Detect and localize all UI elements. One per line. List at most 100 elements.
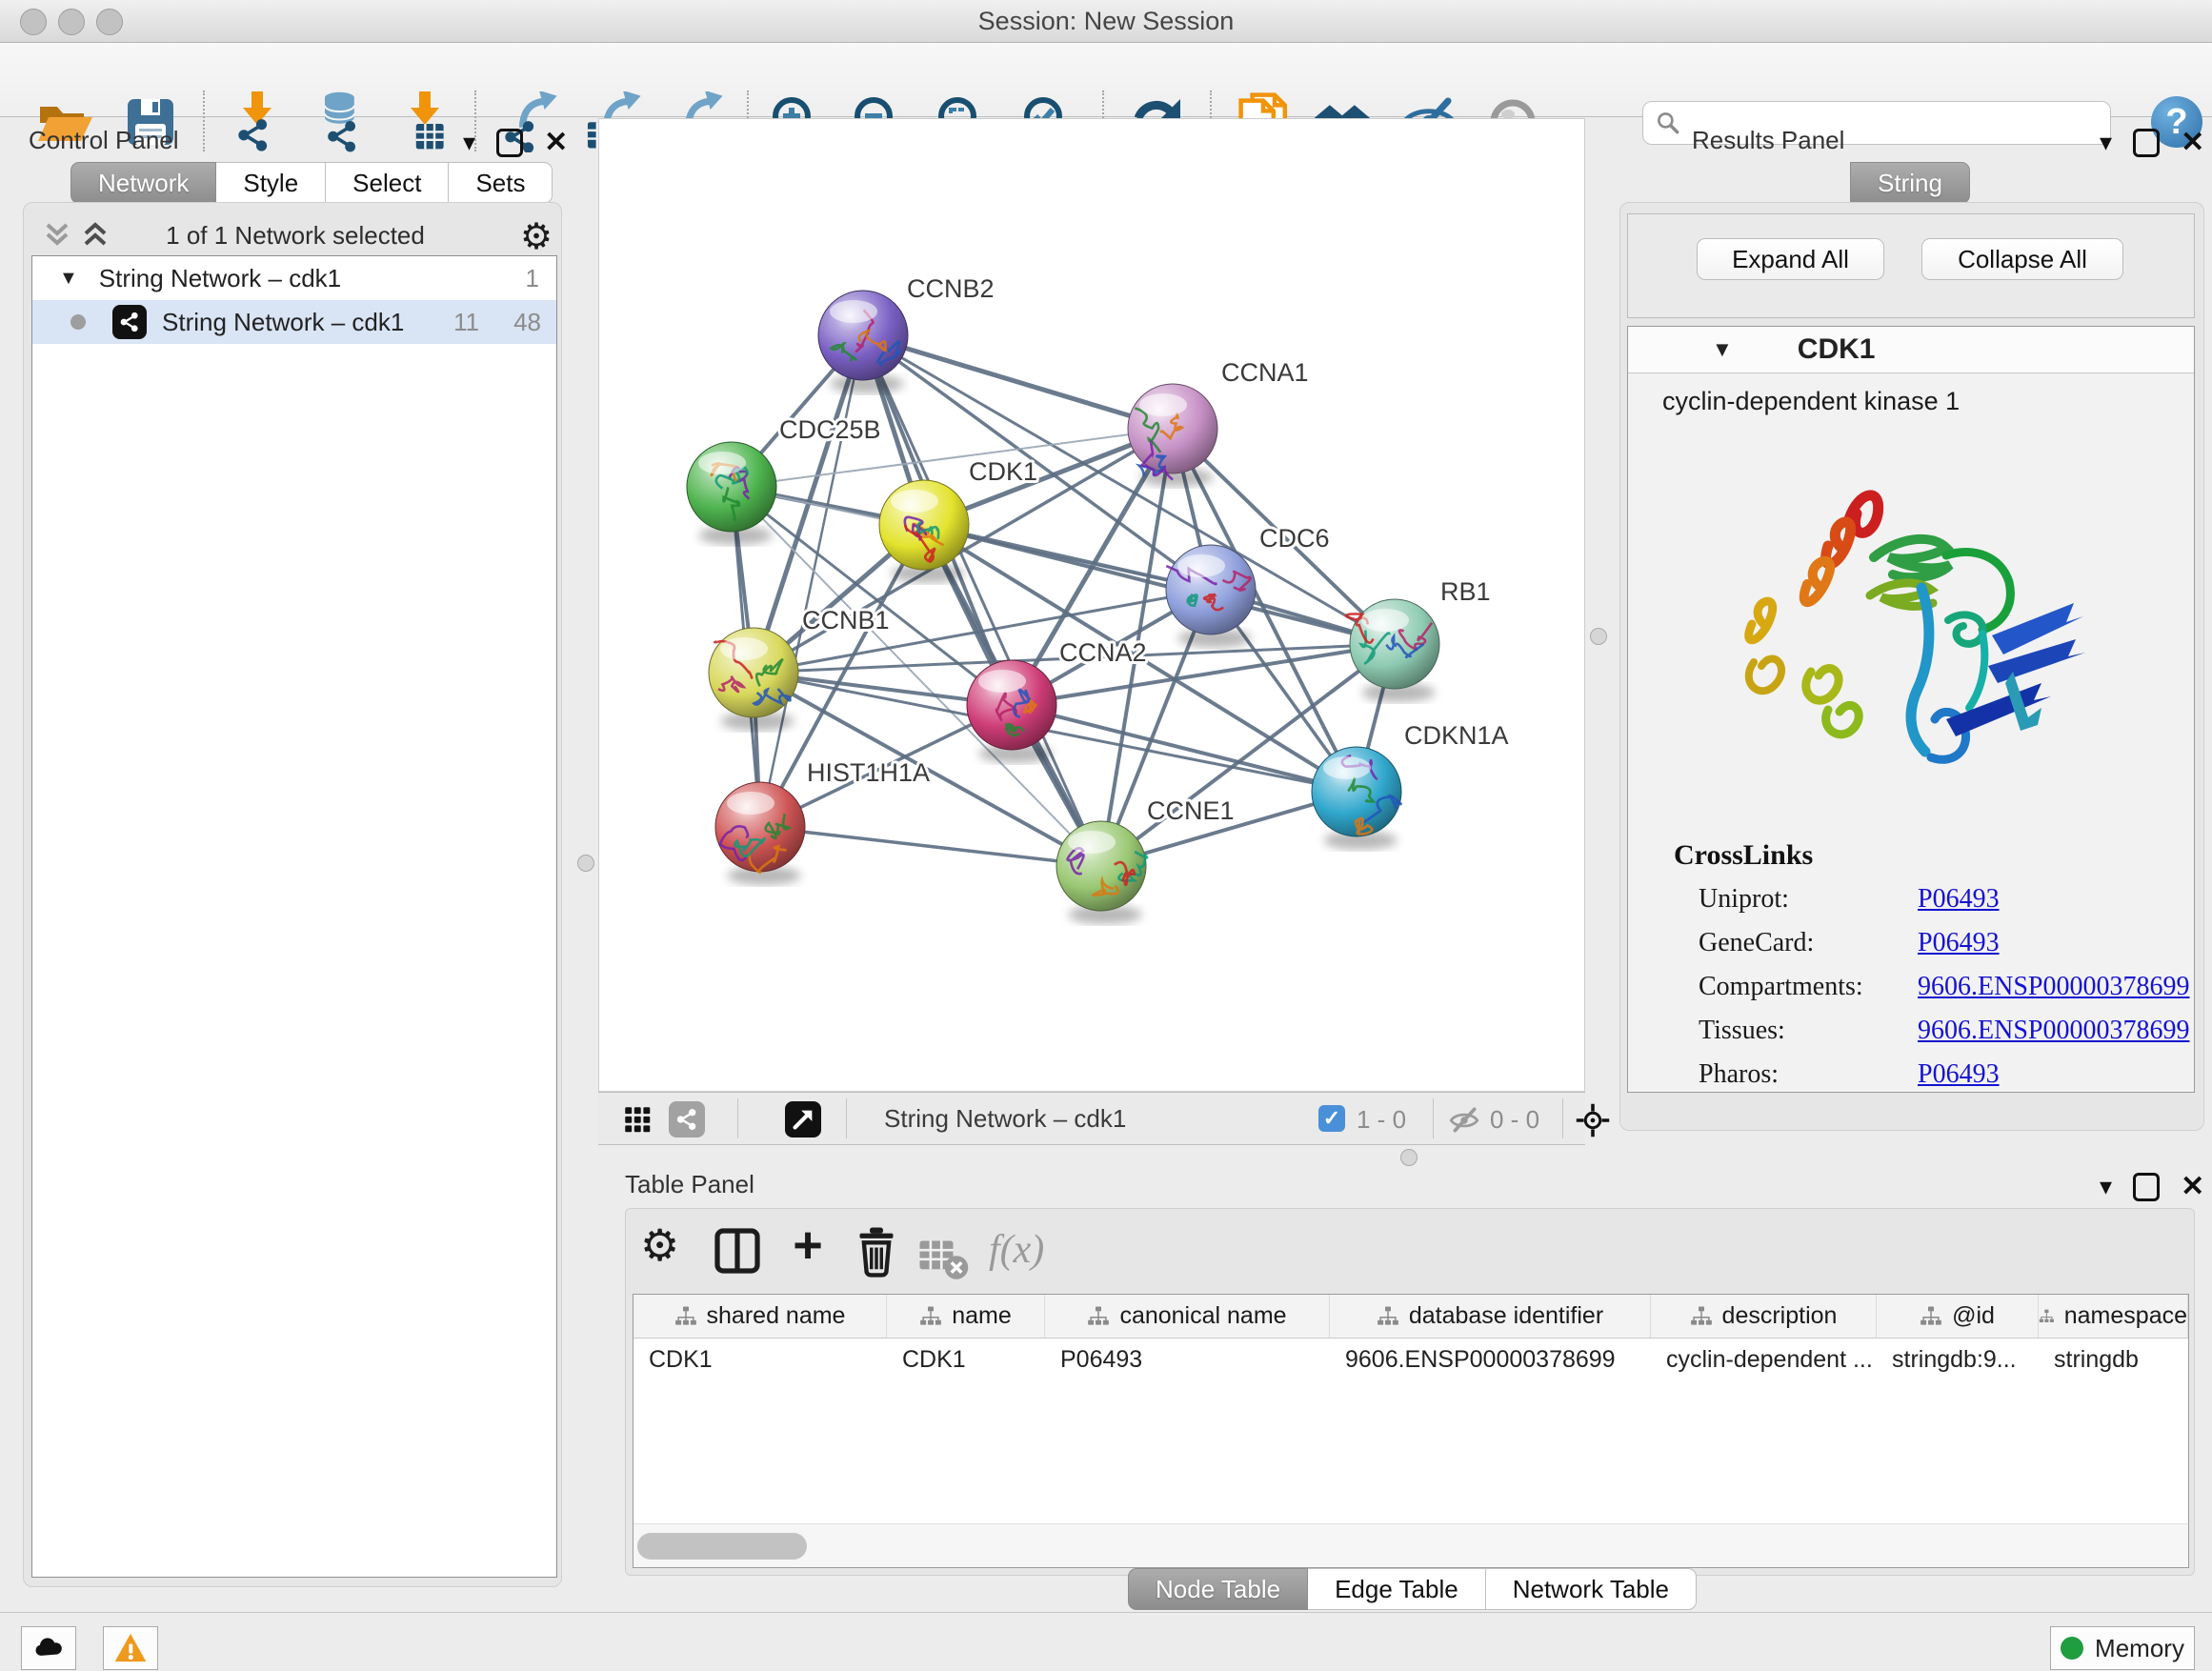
expand-all-networks-icon[interactable] xyxy=(80,219,111,250)
table-row[interactable]: CDK1CDK1P064939606.ENSP00000378699cyclin… xyxy=(633,1339,2188,1380)
table-cell[interactable]: CDK1 xyxy=(887,1339,1045,1380)
add-column-icon[interactable]: + xyxy=(781,1216,835,1269)
panel-float-icon[interactable] xyxy=(2133,1173,2160,1201)
table-cell[interactable]: cyclin-dependent ... xyxy=(1651,1339,1877,1380)
network-node-ccnb2[interactable] xyxy=(818,291,908,380)
network-tree: ▼ String Network – cdk1 1 String Network… xyxy=(31,255,557,1578)
tab-network-table[interactable]: Network Table xyxy=(1486,1568,1697,1610)
tab-node-table[interactable]: Node Table xyxy=(1128,1568,1308,1610)
tab-sets[interactable]: Sets xyxy=(449,162,553,204)
selected-checkbox-icon[interactable]: ✓ xyxy=(1318,1105,1345,1132)
tab-style[interactable]: Style xyxy=(216,162,326,204)
control-panel-buttons: ▾ ✕ xyxy=(463,126,568,159)
import-network-button[interactable] xyxy=(227,91,288,152)
node-label: CCNB1 xyxy=(802,606,890,634)
sitemap-icon xyxy=(1920,1305,1942,1328)
network-node-hist1h1a[interactable] xyxy=(715,782,805,873)
network-node-count: 11 xyxy=(453,308,479,337)
column-header-database-identifier[interactable]: database identifier xyxy=(1330,1295,1651,1338)
right-splitter-handle[interactable] xyxy=(1590,628,1607,645)
network-share-icon[interactable] xyxy=(669,1101,705,1137)
table-cell[interactable]: CDK1 xyxy=(633,1339,887,1380)
gene-header-row[interactable]: ▼ CDK1 xyxy=(1628,327,2194,373)
delete-column-trash-icon[interactable] xyxy=(850,1224,903,1278)
panel-close-icon[interactable]: ✕ xyxy=(2181,126,2204,159)
tab-string[interactable]: String xyxy=(1850,162,1970,204)
crosslink-row: GeneCard:P06493 xyxy=(1699,921,2194,965)
column-label: description xyxy=(1722,1302,1838,1330)
table-cell[interactable]: stringdb:9... xyxy=(1877,1339,2039,1380)
tree-expander-icon[interactable]: ▼ xyxy=(59,268,78,290)
crosslink-link[interactable]: P06493 xyxy=(1918,884,2000,915)
column-label: canonical name xyxy=(1119,1302,1286,1330)
sitemap-icon xyxy=(1087,1305,1110,1328)
column-header-namespace[interactable]: namespace xyxy=(2039,1295,2188,1338)
network-node-ccna1[interactable] xyxy=(1128,384,1217,480)
crosslink-link[interactable]: P06493 xyxy=(1918,1059,2000,1090)
panel-collapse-icon[interactable]: ▾ xyxy=(2100,1172,2112,1201)
scrollbar-thumb[interactable] xyxy=(637,1533,807,1560)
network-node-cdc25b[interactable] xyxy=(687,442,776,532)
network-node-cdkn1a[interactable] xyxy=(1312,747,1401,836)
status-bar: Memory xyxy=(0,1612,2212,1671)
memory-button[interactable]: Memory xyxy=(2050,1626,2195,1670)
import-database-button[interactable] xyxy=(311,91,372,152)
horizontal-splitter-handle[interactable] xyxy=(1400,1149,1418,1166)
node-gloss xyxy=(1068,831,1116,854)
node-label: CCNA1 xyxy=(1221,358,1309,387)
table-cell[interactable]: 9606.ENSP00000378699 xyxy=(1330,1339,1651,1380)
birdseye-grid-icon[interactable] xyxy=(619,1101,655,1137)
control-panel-title: Control Panel xyxy=(29,126,179,155)
expand-all-button[interactable]: Expand All xyxy=(1697,238,1884,280)
crosslink-link[interactable]: P06493 xyxy=(1918,928,2000,958)
network-options-gear-icon[interactable]: ⚙ xyxy=(520,215,553,258)
crosslink-link[interactable]: 9606.ENSP00000378699 xyxy=(1918,1016,2189,1046)
cloud-status-button[interactable] xyxy=(21,1626,76,1670)
tab-select[interactable]: Select xyxy=(326,162,449,204)
panel-close-icon[interactable]: ✕ xyxy=(544,126,568,159)
column-header--id[interactable]: @id xyxy=(1877,1295,2039,1338)
panel-float-icon[interactable] xyxy=(2133,129,2160,157)
network-node-cdk1[interactable] xyxy=(879,480,969,570)
import-table-button[interactable] xyxy=(394,91,455,152)
tab-network[interactable]: Network xyxy=(70,162,216,204)
network-node-ccne1[interactable] xyxy=(1056,821,1147,911)
show-columns-icon[interactable] xyxy=(711,1224,764,1278)
panel-float-icon[interactable] xyxy=(496,129,523,157)
column-header-shared-name[interactable]: shared name xyxy=(633,1295,887,1338)
column-header-description[interactable]: description xyxy=(1651,1295,1877,1338)
left-splitter-handle[interactable] xyxy=(577,855,594,872)
network-node-ccna2[interactable] xyxy=(967,660,1056,750)
collapse-all-networks-icon[interactable] xyxy=(42,219,72,250)
panel-collapse-icon[interactable]: ▾ xyxy=(463,128,475,157)
network-node-cdc6[interactable] xyxy=(1166,545,1256,634)
table-cell[interactable]: stringdb xyxy=(2039,1339,2188,1380)
horizontal-scrollbar[interactable] xyxy=(633,1523,2188,1567)
network-edge[interactable] xyxy=(760,827,1101,866)
column-header-name[interactable]: name xyxy=(887,1295,1045,1338)
gene-expander-icon[interactable]: ▼ xyxy=(1712,337,1733,362)
network-edge[interactable] xyxy=(863,335,1173,429)
gene-symbol: CDK1 xyxy=(1798,333,1876,366)
network-edge[interactable] xyxy=(760,335,863,827)
network-row-selected[interactable]: String Network – cdk1 11 48 xyxy=(32,300,556,344)
tab-edge-table[interactable]: Edge Table xyxy=(1308,1568,1486,1610)
network-node-ccnb1[interactable] xyxy=(709,628,798,717)
column-header-canonical-name[interactable]: canonical name xyxy=(1045,1295,1330,1338)
panel-close-icon[interactable]: ✕ xyxy=(2181,1170,2204,1203)
node-gloss xyxy=(1323,756,1371,779)
separator xyxy=(1562,1098,1563,1138)
table-cell[interactable]: P06493 xyxy=(1045,1339,1330,1380)
detach-view-icon[interactable] xyxy=(785,1101,821,1137)
warnings-button[interactable] xyxy=(103,1626,158,1670)
sitemap-icon xyxy=(2039,1305,2055,1328)
node-label: HIST1H1A xyxy=(807,758,930,787)
collapse-all-button[interactable]: Collapse All xyxy=(1921,238,2123,280)
panel-collapse-icon[interactable]: ▾ xyxy=(2100,128,2112,157)
gene-details-card: ▼ CDK1 cyclin-dependent kinase 1 xyxy=(1627,326,2195,1093)
network-collection-row[interactable]: ▼ String Network – cdk1 1 xyxy=(32,256,556,300)
birdseye-nav-icon[interactable] xyxy=(1575,1102,1611,1138)
crosslink-link[interactable]: 9606.ENSP00000378699 xyxy=(1918,972,2189,1002)
network-canvas[interactable]: CCNB2CCNA1CDC25BCDK1CDC6RB1CCNB1CCNA2CDK… xyxy=(598,118,1585,1092)
table-settings-gear-icon[interactable]: ⚙ xyxy=(640,1219,694,1273)
